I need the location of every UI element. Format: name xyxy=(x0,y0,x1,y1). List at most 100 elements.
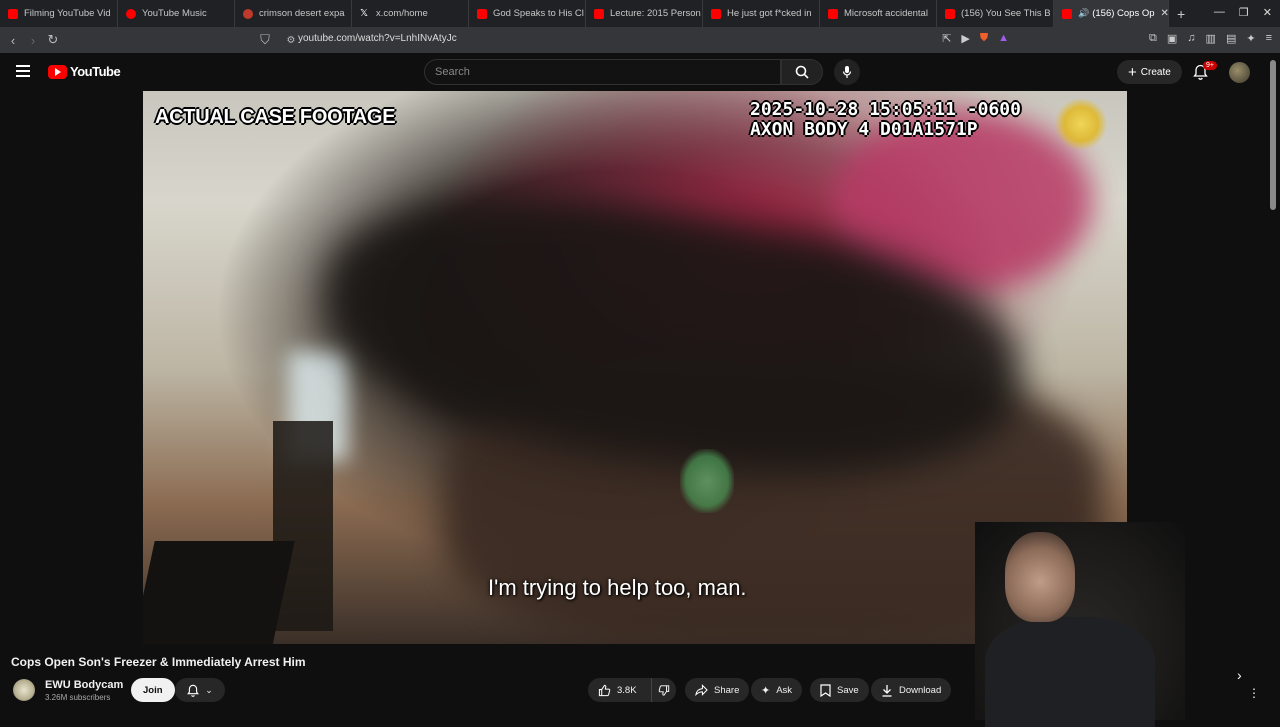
browser-tab[interactable]: Filming YouTube Vid xyxy=(0,0,118,27)
url-field[interactable]: youtube.com/watch?v=LnhINvAtyJc xyxy=(298,33,457,44)
open-external-icon[interactable]: ⇱ xyxy=(942,32,951,45)
screenshot-icon[interactable]: ▣ xyxy=(1167,32,1177,45)
tab-label: Microsoft accidental xyxy=(844,8,928,19)
site-favicon-icon xyxy=(243,8,253,19)
account-avatar[interactable] xyxy=(1229,62,1250,83)
youtube-music-favicon-icon xyxy=(126,8,136,19)
search-icon xyxy=(795,65,809,79)
create-label: Create xyxy=(1140,66,1171,78)
device-id-line: AXON BODY 4 D01A1571P xyxy=(750,119,978,140)
channel-name[interactable]: EWU Bodycam xyxy=(45,679,123,691)
create-button[interactable]: + Create xyxy=(1117,60,1182,84)
logo-wordmark: YouTube xyxy=(70,64,121,79)
youtube-header: YouTube Search + Create 9+ xyxy=(0,53,1280,91)
search-button[interactable] xyxy=(781,59,823,85)
browser-tab[interactable]: crimson desert expa xyxy=(235,0,352,27)
join-button[interactable]: Join xyxy=(131,678,175,702)
minimize-icon[interactable]: — xyxy=(1214,6,1225,19)
chevron-right-icon[interactable]: › xyxy=(1237,667,1242,683)
browser-tab[interactable]: (156) You See This B xyxy=(937,0,1054,27)
more-actions-icon[interactable]: ⋮ xyxy=(1248,686,1260,700)
close-window-icon[interactable]: ✕ xyxy=(1263,6,1272,19)
youtube-favicon-icon xyxy=(594,8,604,19)
webcam-overlay xyxy=(975,522,1185,727)
chevron-down-icon: ⌄ xyxy=(205,684,213,695)
maximize-icon[interactable]: ❐ xyxy=(1239,6,1249,19)
youtube-favicon-icon xyxy=(8,8,18,19)
guide-menu-icon[interactable] xyxy=(16,65,30,77)
browser-tab[interactable]: He just got f*cked in xyxy=(703,0,820,27)
webcam-person-body xyxy=(985,617,1155,727)
subscription-bell-button[interactable]: ⌄ xyxy=(175,678,225,702)
new-tab-icon[interactable]: + xyxy=(1177,6,1185,22)
browser-tab[interactable]: Microsoft accidental xyxy=(820,0,937,27)
rewards-icon[interactable]: ▲ xyxy=(998,32,1009,45)
notification-badge: 9+ xyxy=(1203,61,1217,70)
reload-icon[interactable]: ↻ xyxy=(43,32,63,48)
youtube-play-icon xyxy=(48,64,67,79)
browser-tab[interactable]: 𝕏x.com/home xyxy=(352,0,469,27)
tab-label: Lecture: 2015 Person xyxy=(610,8,701,19)
ask-label: Ask xyxy=(776,684,793,696)
speaker-icon[interactable]: 🔊 xyxy=(1078,8,1089,19)
channel-watermark xyxy=(680,449,734,513)
tab-label: God Speaks to His Cl xyxy=(493,8,584,19)
tab-label: (156) Cops Op xyxy=(1092,8,1155,19)
youtube-favicon-icon xyxy=(711,8,721,19)
x-favicon-icon: 𝕏 xyxy=(360,7,369,19)
tab-label: He just got f*cked in xyxy=(727,8,812,19)
like-button[interactable]: 3.8K xyxy=(588,678,651,702)
subscriber-count: 3.26M subscribers xyxy=(45,693,111,702)
download-icon xyxy=(882,684,892,697)
download-label: Download xyxy=(899,684,942,696)
dislike-button[interactable] xyxy=(651,678,676,702)
youtube-favicon-icon xyxy=(477,8,487,19)
sidebar-icon[interactable]: ▥ xyxy=(1206,32,1216,45)
download-button[interactable]: Download xyxy=(871,678,952,702)
address-bar: ‹ › ↻ ⛉ ⚙ youtube.com/watch?v=LnhINvAtyJ… xyxy=(0,27,1280,53)
ask-button[interactable]: ✦ Ask xyxy=(751,678,803,702)
webcam-person-head xyxy=(1005,532,1075,622)
sparkle-icon: ✦ xyxy=(761,684,771,697)
page-scrollbar[interactable] xyxy=(1270,60,1276,210)
wallet-icon[interactable]: ▤ xyxy=(1226,32,1236,45)
browser-tab[interactable]: God Speaks to His Cl xyxy=(469,0,586,27)
youtube-logo[interactable]: YouTube xyxy=(48,64,121,79)
video-scene xyxy=(143,541,295,644)
like-count: 3.8K xyxy=(617,684,637,696)
thumbs-down-icon xyxy=(658,684,670,696)
axon-logo-icon xyxy=(1053,99,1109,149)
forward-icon[interactable]: › xyxy=(23,33,43,48)
channel-avatar[interactable] xyxy=(13,679,35,701)
bodycam-timestamp: 2025-10-28 15:05:11 -0600 AXON BODY 4 D0… xyxy=(750,100,1021,140)
media-icon[interactable]: ♫ xyxy=(1187,32,1195,45)
leo-ai-icon[interactable]: ✦ xyxy=(1246,32,1255,45)
browser-tab-active[interactable]: 🔊 (156) Cops Op ✕ xyxy=(1054,0,1169,27)
bookmark-icon[interactable]: ⛉ xyxy=(255,32,275,48)
bookmark-icon xyxy=(820,683,831,697)
microphone-icon xyxy=(842,66,852,78)
voice-search-button[interactable] xyxy=(834,59,860,85)
browser-tab-strip: Filming YouTube Vid YouTube Music crimso… xyxy=(0,0,1280,27)
brave-shield-icon[interactable]: ⛊ xyxy=(980,32,988,45)
window-controls: — ❐ ✕ xyxy=(1214,6,1272,19)
browser-tab[interactable]: YouTube Music xyxy=(118,0,235,27)
close-tab-icon[interactable]: ✕ xyxy=(1161,8,1168,19)
menu-icon[interactable]: ≡ xyxy=(1266,32,1272,45)
timestamp-line: 2025-10-28 15:05:11 -0600 xyxy=(750,99,1021,120)
thumbs-up-icon xyxy=(598,684,611,696)
video-overlay-title: ACTUAL CASE FOOTAGE xyxy=(155,106,396,128)
save-button[interactable]: Save xyxy=(810,678,869,702)
tab-label: YouTube Music xyxy=(142,8,207,19)
cast-icon[interactable]: ▶ xyxy=(961,32,969,45)
browser-tab[interactable]: Lecture: 2015 Person xyxy=(586,0,703,27)
toolbar-icons: ⇱ ▶ ⛊ ▲ ⧉ ▣ ♫ ▥ ▤ ✦ ≡ xyxy=(942,32,1272,45)
search-input[interactable]: Search xyxy=(424,59,781,85)
youtube-favicon-icon xyxy=(828,8,838,19)
save-label: Save xyxy=(837,684,859,696)
share-button[interactable]: Share xyxy=(685,678,750,702)
back-icon[interactable]: ‹ xyxy=(3,33,23,48)
extensions-icon[interactable]: ⧉ xyxy=(1149,32,1157,45)
tab-label: x.com/home xyxy=(376,8,428,19)
tab-label: crimson desert expa xyxy=(259,8,345,19)
